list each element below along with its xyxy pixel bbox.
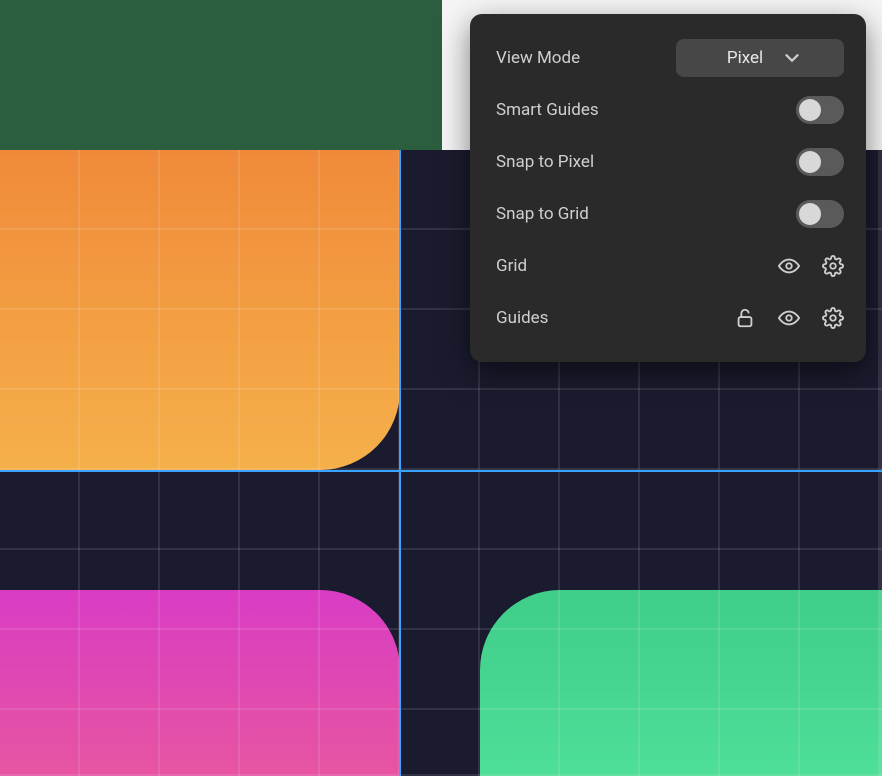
snap-to-pixel-row: Snap to Pixel — [496, 136, 844, 188]
smart-guides-label: Smart Guides — [496, 100, 796, 120]
snap-to-grid-label: Snap to Grid — [496, 204, 796, 224]
lock-open-icon[interactable] — [734, 307, 756, 329]
snap-to-grid-toggle[interactable] — [796, 200, 844, 228]
view-mode-value: Pixel — [727, 48, 763, 68]
gear-icon[interactable] — [822, 255, 844, 277]
snap-to-pixel-toggle[interactable] — [796, 148, 844, 176]
view-options-panel: View Mode Pixel Smart Guides Snap to Pix… — [470, 14, 866, 362]
shape-orange[interactable] — [0, 150, 400, 470]
shape-green[interactable] — [480, 590, 882, 776]
smart-guides-row: Smart Guides — [496, 84, 844, 136]
view-mode-label: View Mode — [496, 48, 676, 68]
shape-pink[interactable] — [0, 590, 400, 776]
grid-label: Grid — [496, 256, 734, 276]
grid-row: Grid — [496, 240, 844, 292]
app-stage: View Mode Pixel Smart Guides Snap to Pix… — [0, 0, 882, 776]
guide-horizontal[interactable] — [0, 470, 882, 472]
guides-label: Guides — [496, 308, 734, 328]
gear-icon[interactable] — [822, 307, 844, 329]
snap-to-pixel-label: Snap to Pixel — [496, 152, 796, 172]
guide-vertical[interactable] — [399, 150, 401, 776]
eye-icon[interactable] — [778, 307, 800, 329]
view-mode-row: View Mode Pixel — [496, 32, 844, 84]
spacer — [734, 255, 756, 277]
guides-row: Guides — [496, 292, 844, 344]
snap-to-grid-row: Snap to Grid — [496, 188, 844, 240]
smart-guides-toggle[interactable] — [796, 96, 844, 124]
chevron-down-icon — [781, 47, 803, 69]
eye-icon[interactable] — [778, 255, 800, 277]
view-mode-select[interactable]: Pixel — [676, 39, 844, 77]
backdrop-strip — [0, 0, 442, 150]
